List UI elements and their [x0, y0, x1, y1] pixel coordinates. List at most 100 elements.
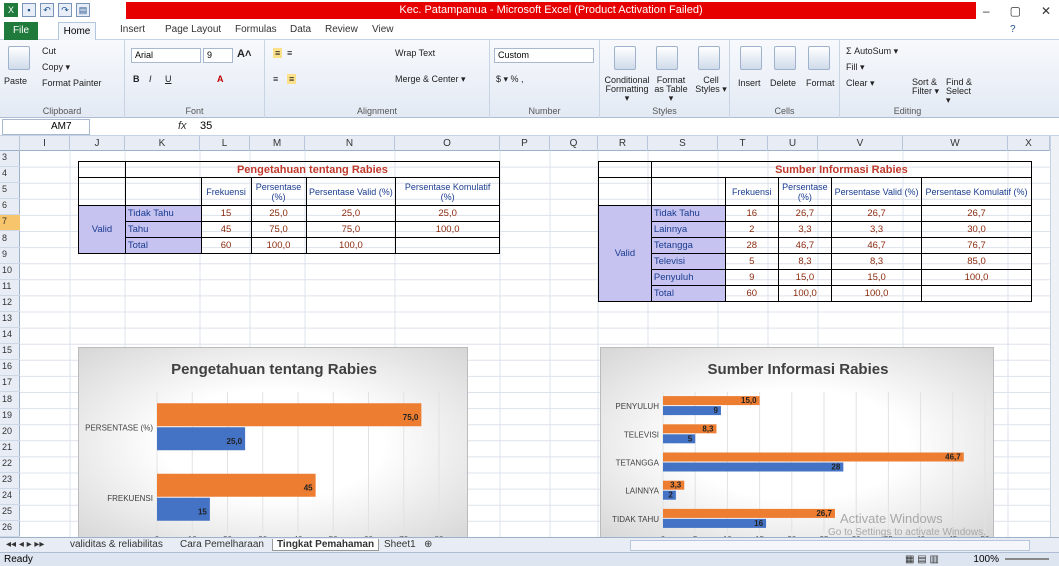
table1-cell[interactable]: 75,0: [250, 221, 307, 238]
col-header[interactable]: I: [20, 136, 70, 151]
col-header[interactable]: Q: [550, 136, 598, 151]
row-header[interactable]: 7: [0, 215, 20, 232]
table2-cell[interactable]: 46,7: [831, 237, 922, 254]
horizontal-scrollbar[interactable]: [630, 540, 1030, 551]
row-header[interactable]: 20: [0, 425, 20, 441]
col-header[interactable]: K: [125, 136, 200, 151]
save-icon[interactable]: ▪: [22, 3, 36, 17]
table1-cell[interactable]: 100,0: [395, 221, 500, 238]
table2-cell[interactable]: 100,0: [921, 269, 1032, 286]
row-header[interactable]: 26: [0, 521, 20, 538]
table2-cell[interactable]: 9: [724, 269, 779, 286]
sheet-tab[interactable]: validitas & reliabilitas: [70, 539, 163, 550]
formula-input[interactable]: 35: [200, 120, 212, 132]
table2-cell[interactable]: 3,3: [831, 221, 922, 238]
autosum-button[interactable]: Σ AutoSum ▾: [846, 46, 898, 57]
row-header[interactable]: 24: [0, 489, 20, 506]
col-header[interactable]: T: [718, 136, 768, 151]
format-as-table-button[interactable]: Format as Table ▾: [652, 76, 690, 103]
col-header[interactable]: R: [598, 136, 648, 151]
cell-styles-button[interactable]: Cell Styles ▾: [694, 76, 728, 94]
sheet-tab[interactable]: Cara Pemelharaan: [180, 539, 264, 550]
number-format-select[interactable]: Custom: [494, 48, 594, 63]
col-header[interactable]: X: [1008, 136, 1050, 151]
row-header[interactable]: 12: [0, 296, 20, 312]
col-header[interactable]: M: [250, 136, 305, 151]
zoom-slider[interactable]: [1005, 558, 1049, 560]
tab-formulas[interactable]: Formulas: [235, 24, 277, 35]
sheet-tab-active[interactable]: Tingkat Pemahaman: [272, 539, 380, 551]
tab-insert[interactable]: Insert: [120, 24, 145, 35]
table2-cell[interactable]: 28: [724, 237, 779, 254]
col-header[interactable]: J: [70, 136, 125, 151]
row-header[interactable]: 5: [0, 183, 20, 200]
tab-page-layout[interactable]: Page Layout: [165, 24, 221, 35]
table2-cell[interactable]: 60: [724, 285, 779, 302]
format-button[interactable]: Format: [806, 78, 835, 88]
table2-cell[interactable]: 8,3: [777, 253, 833, 270]
table2-cell[interactable]: 100,0: [777, 285, 833, 302]
merge-center-button[interactable]: Merge & Center ▾: [395, 74, 466, 85]
table2-cell[interactable]: 26,7: [831, 205, 922, 222]
new-sheet-icon[interactable]: ⊕: [424, 539, 432, 550]
undo-icon[interactable]: ↶: [40, 3, 54, 17]
table1-cell[interactable]: 25,0: [250, 205, 307, 222]
table2-cell[interactable]: 15,0: [777, 269, 833, 286]
row-header[interactable]: 16: [0, 360, 20, 377]
row-header[interactable]: 4: [0, 167, 20, 184]
sort-filter-button[interactable]: Sort & Filter ▾: [912, 78, 946, 96]
grow-font-icon[interactable]: A˄: [237, 48, 251, 60]
bold-button[interactable]: B: [133, 74, 140, 84]
chart-sumber-informasi[interactable]: Sumber Informasi Rabies05101520253035404…: [600, 347, 994, 537]
font-color-icon[interactable]: A: [217, 74, 224, 84]
redo-icon[interactable]: ↷: [58, 3, 72, 17]
italic-button[interactable]: I: [149, 74, 152, 84]
paste-button[interactable]: Paste: [4, 76, 27, 86]
view-buttons-icon[interactable]: ▦ ▤ ▥: [905, 554, 939, 565]
format-table-icon[interactable]: [656, 46, 678, 70]
close-button[interactable]: ✕: [1041, 4, 1051, 18]
table2-cell[interactable]: 15,0: [831, 269, 922, 286]
tab-home[interactable]: Home: [58, 22, 96, 40]
table2-cell[interactable]: 26,7: [777, 205, 833, 222]
row-header[interactable]: 9: [0, 248, 20, 264]
row-header[interactable]: 13: [0, 312, 20, 329]
conditional-formatting-icon[interactable]: [614, 46, 636, 70]
col-header[interactable]: L: [200, 136, 250, 151]
table1-cell[interactable]: 25,0: [305, 205, 397, 222]
table1-cell[interactable]: 15: [200, 205, 252, 222]
row-header[interactable]: 14: [0, 328, 20, 345]
col-header[interactable]: S: [648, 136, 718, 151]
row-header[interactable]: 6: [0, 199, 20, 216]
minimize-button[interactable]: –: [983, 4, 990, 18]
table2-cell[interactable]: 3,3: [777, 221, 833, 238]
copy-button[interactable]: Copy ▾: [42, 62, 70, 73]
row-header[interactable]: 22: [0, 457, 20, 473]
vertical-scrollbar[interactable]: [1050, 136, 1059, 537]
paste-icon[interactable]: [8, 46, 30, 70]
row-header[interactable]: 3: [0, 151, 20, 168]
col-header[interactable]: P: [500, 136, 550, 151]
insert-button[interactable]: Insert: [738, 78, 761, 88]
table2-cell[interactable]: 2: [724, 221, 779, 238]
select-all-corner[interactable]: [0, 136, 20, 151]
sheet-tab[interactable]: Sheet1: [384, 539, 416, 550]
delete-button[interactable]: Delete: [770, 78, 796, 88]
tab-review[interactable]: Review: [325, 24, 358, 35]
row-header[interactable]: 15: [0, 344, 20, 361]
insert-cells-icon[interactable]: [740, 46, 762, 70]
table2-cell[interactable]: 26,7: [921, 205, 1032, 222]
table2-cell[interactable]: 30,0: [921, 221, 1032, 238]
format-cells-icon[interactable]: [808, 46, 830, 70]
table1-cell[interactable]: 25,0: [395, 205, 500, 222]
help-icon[interactable]: ?: [1010, 24, 1016, 35]
font-name-select[interactable]: Arial: [131, 48, 201, 63]
fill-button[interactable]: Fill ▾: [846, 62, 865, 73]
table2-cell[interactable]: 5: [724, 253, 779, 270]
currency-icon[interactable]: $ ▾ % ,: [496, 74, 524, 85]
worksheet-grid[interactable]: Pengetahuan tentang Rabies Frekuensi Per…: [20, 151, 1050, 537]
tab-data[interactable]: Data: [290, 24, 311, 35]
col-header[interactable]: N: [305, 136, 395, 151]
conditional-formatting-button[interactable]: Conditional Formatting ▾: [602, 76, 652, 103]
table1-cell[interactable]: [395, 237, 500, 254]
